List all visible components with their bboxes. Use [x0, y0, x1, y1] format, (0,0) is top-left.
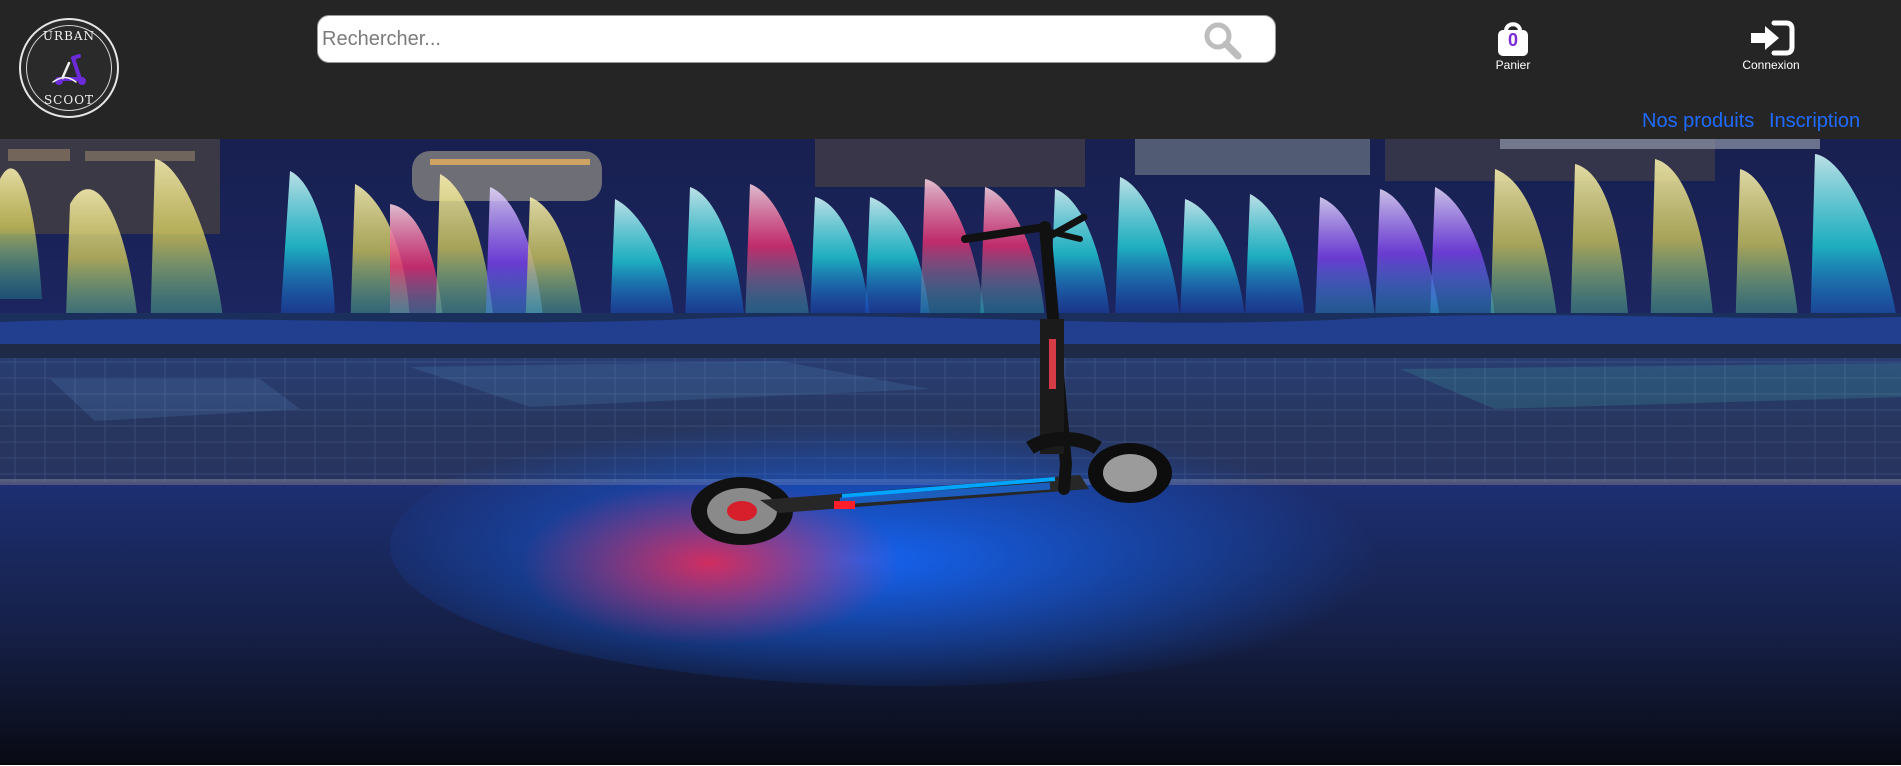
cart-label: Panier: [1495, 58, 1531, 72]
logo-bottom-text: SCOOT: [43, 93, 95, 107]
nav-link-products[interactable]: Nos produits: [1642, 110, 1754, 133]
logo-top-text: URBAN: [42, 29, 96, 43]
login-label: Connexion: [1742, 58, 1800, 72]
nav-link-signup[interactable]: Inscription: [1769, 110, 1860, 133]
search-icon[interactable]: [1201, 19, 1245, 61]
scooter-logo-icon: [52, 54, 86, 85]
site-header: URBAN SCOOT 0 Panier Connexion Nos: [0, 0, 1901, 139]
hero-banner-image: [0, 139, 1901, 765]
login-button[interactable]: Connexion: [1736, 19, 1806, 73]
cart-count-badge: 0: [1507, 30, 1518, 50]
fountain-scooter-illustration: [0, 139, 1901, 765]
cart-button[interactable]: 0 Panier: [1480, 18, 1546, 74]
search-bar[interactable]: [317, 15, 1276, 63]
sign-in-icon: [1751, 20, 1795, 56]
urban-scoot-logo[interactable]: URBAN SCOOT: [19, 18, 119, 118]
search-input[interactable]: [322, 20, 1192, 58]
